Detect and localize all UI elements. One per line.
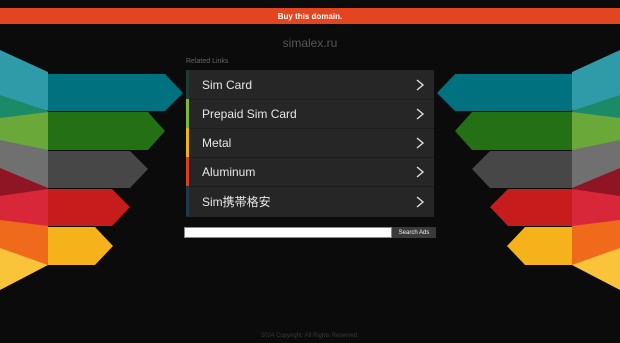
left-arrow-lightgreen-outer — [0, 112, 48, 168]
search-input[interactable] — [184, 227, 392, 238]
buy-domain-link[interactable]: Buy this domain. — [278, 12, 342, 21]
left-arrow-green-outer — [0, 95, 48, 158]
right-arrow-green-outer — [572, 95, 620, 158]
link-label: Sim Card — [202, 77, 253, 92]
left-arrow-orange-outer — [0, 220, 48, 265]
link-label: Metal — [202, 135, 232, 150]
left-arrow-green — [48, 112, 165, 150]
domain-name: simalex.ru — [282, 36, 338, 50]
link-color-bar — [186, 128, 189, 157]
right-arrow-darkred-outer — [572, 168, 620, 228]
left-arrow-gray-outer — [0, 140, 48, 196]
related-link-prepaid-sim-card[interactable]: Prepaid Sim Card — [186, 99, 434, 128]
link-color-bar — [186, 99, 189, 128]
right-arrow-orange-outer — [572, 220, 620, 265]
left-arrow-gray — [48, 151, 148, 188]
left-arrow-yellow-outer — [0, 248, 48, 290]
left-arrow-darkred-outer — [0, 168, 48, 228]
right-arrow-teal — [437, 74, 572, 111]
right-arrow-lightgreen-outer — [572, 112, 620, 168]
related-link-aluminum[interactable]: Aluminum — [186, 157, 434, 186]
left-arrow-red-outer — [0, 189, 48, 236]
footer-copyright: 2024 Copyright. All Rights Reserved. — [260, 333, 360, 339]
link-label: Aluminum — [202, 164, 256, 179]
related-link-sim-card[interactable]: Sim Card — [186, 70, 434, 99]
right-arrow-yellow — [507, 227, 572, 265]
link-label: Sim携帯格安 — [202, 195, 271, 209]
search-ads-button[interactable]: Search Ads — [392, 227, 436, 238]
right-arrow-green — [455, 112, 572, 150]
left-arrow-red — [48, 189, 130, 226]
related-link-metal[interactable]: Metal — [186, 128, 434, 157]
related-links-list: Sim Card Prepaid Sim Card Metal Aluminum… — [186, 70, 434, 217]
link-color-bar — [186, 187, 189, 216]
related-link-sim-keitai[interactable]: Sim携帯格安 — [186, 187, 434, 216]
right-arrow-gray-outer — [572, 140, 620, 196]
right-arrow-red — [490, 189, 572, 226]
left-arrow-teal-outer — [0, 50, 48, 128]
chevron-right-icon — [416, 196, 425, 208]
left-arrow-yellow — [48, 227, 113, 265]
buy-domain-banner[interactable]: Buy this domain. — [0, 8, 620, 24]
search-bar: Search Ads — [184, 227, 436, 238]
right-arrow-red-outer — [572, 189, 620, 236]
related-links-heading: Related Links — [186, 58, 229, 65]
link-label: Prepaid Sim Card — [202, 106, 297, 121]
right-arrow-teal-outer — [572, 50, 620, 128]
top-strip — [0, 0, 620, 8]
chevron-right-icon — [416, 137, 425, 149]
link-color-bar — [186, 157, 189, 186]
chevron-right-icon — [416, 166, 425, 178]
link-color-bar — [186, 70, 189, 99]
left-arrow-teal — [48, 74, 183, 111]
chevron-right-icon — [416, 79, 425, 91]
right-arrow-yellow-outer — [572, 248, 620, 290]
chevron-right-icon — [416, 108, 425, 120]
right-arrow-gray — [472, 151, 572, 188]
